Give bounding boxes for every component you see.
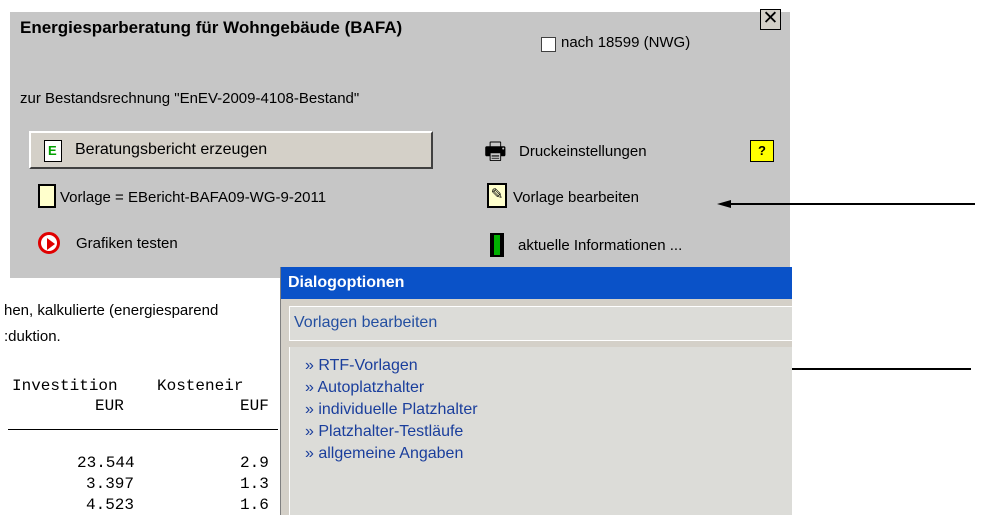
- current-info-link[interactable]: aktuelle Informationen ...: [518, 237, 682, 254]
- column-unit: EUF: [240, 397, 269, 415]
- table-cell: 4.523: [86, 496, 135, 510]
- chart-icon[interactable]: [38, 232, 60, 254]
- option-rtf-templates[interactable]: » RTF-Vorlagen: [305, 357, 418, 375]
- document-icon[interactable]: [38, 184, 56, 208]
- nwg-checkbox-label[interactable]: nach 18599 (NWG): [561, 34, 690, 51]
- calculation-subtitle: zur Bestandsrechnung "EnEV-2009-4108-Bes…: [20, 90, 360, 107]
- print-settings-link[interactable]: Druckeinstellungen: [519, 143, 647, 160]
- report-icon: E: [44, 140, 62, 162]
- close-icon: ✕: [762, 8, 779, 29]
- dialog-options-window: Dialogoptionen Vorlagen bearbeiten » RTF…: [280, 267, 792, 515]
- column-unit: EUR: [95, 397, 124, 415]
- background-text: :duktion.: [4, 328, 61, 345]
- edit-document-icon[interactable]: ✎: [487, 183, 507, 208]
- option-general-info[interactable]: » allgemeine Angaben: [305, 445, 463, 463]
- dialog-options-title: Dialogoptionen: [281, 267, 792, 299]
- dialog-title: Energiesparberatung für Wohngebäude (BAF…: [20, 18, 403, 37]
- option-auto-placeholders[interactable]: » Autoplatzhalter: [305, 379, 424, 397]
- template-link[interactable]: Vorlage = EBericht-BAFA09-WG-9-2011: [60, 189, 326, 206]
- table-divider: [8, 429, 278, 430]
- table-cell: 1.3: [240, 475, 269, 493]
- section-header: Vorlagen bearbeiten: [289, 306, 792, 341]
- table-cell: 23.544: [77, 454, 135, 472]
- test-graphics-link[interactable]: Grafiken testen: [76, 235, 178, 252]
- section-title: Vorlagen bearbeiten: [294, 314, 438, 331]
- create-report-label: Beratungsbericht erzeugen: [75, 141, 268, 158]
- edit-template-link[interactable]: Vorlage bearbeiten: [513, 189, 639, 206]
- create-report-button[interactable]: E Beratungsbericht erzeugen: [29, 131, 433, 169]
- column-header: Investition: [12, 377, 118, 395]
- option-custom-placeholders[interactable]: » individuelle Platzhalter: [305, 401, 478, 419]
- info-icon[interactable]: [490, 233, 504, 257]
- background-text: hen, kalkulierte (energiesparend: [4, 302, 219, 319]
- help-book-icon[interactable]: ?: [750, 140, 774, 162]
- table-cell: 1.6: [240, 496, 269, 510]
- nwg-checkbox[interactable]: [541, 37, 556, 52]
- options-list: » RTF-Vorlagen » Autoplatzhalter » indiv…: [289, 347, 792, 515]
- option-placeholder-tests[interactable]: » Platzhalter-Testläufe: [305, 423, 463, 441]
- arrow-left-icon: [717, 200, 975, 208]
- close-button[interactable]: ✕: [760, 9, 781, 30]
- table-cell: 3.397: [86, 475, 135, 493]
- column-header: Kosteneir: [157, 377, 244, 395]
- printer-icon[interactable]: 🖶: [484, 140, 507, 164]
- table-cell: 2.9: [240, 454, 269, 472]
